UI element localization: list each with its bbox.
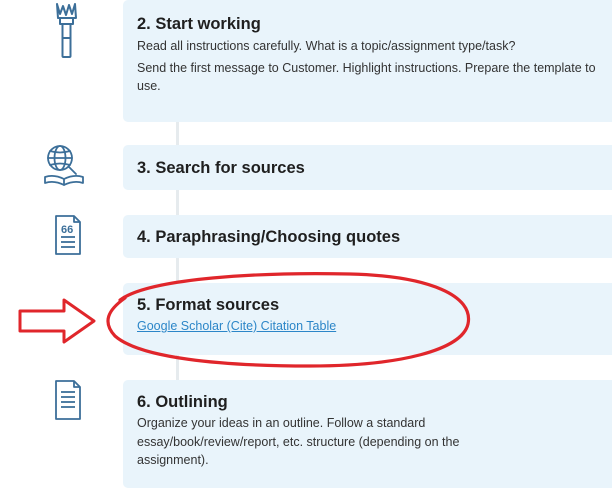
- svg-text:66: 66: [61, 224, 73, 236]
- step-title: 5. Format sources: [137, 296, 280, 314]
- outline-document-icon: [55, 380, 81, 420]
- globe-search-icon: [44, 145, 84, 186]
- quote-document-icon: 66: [55, 215, 81, 255]
- step-title: 2. Start working: [137, 15, 261, 33]
- citation-table-link[interactable]: Google Scholar (Cite) Citation Table: [137, 317, 336, 335]
- step-description: Read all instructions carefully. What is…: [137, 39, 516, 53]
- step-description: Organize your ideas in an outline. Follo…: [137, 416, 460, 467]
- step-format-sources: 5. Format sources Google Scholar (Cite) …: [123, 283, 612, 355]
- step-search-sources: 3. Search for sources: [123, 145, 612, 190]
- step-outlining: 6. Outlining Organize your ideas in an o…: [123, 380, 612, 488]
- step-title: 4. Paraphrasing/Choosing quotes: [137, 228, 401, 246]
- step-title: 3. Search for sources: [137, 159, 305, 177]
- red-arrow-icon: [18, 298, 96, 344]
- step-start-working: 2. Start working Read all instructions c…: [123, 0, 612, 122]
- step-description: Send the first message to Customer. High…: [137, 60, 596, 94]
- step-paraphrasing: 4. Paraphrasing/Choosing quotes: [123, 215, 612, 258]
- paintbrush-icon: [56, 3, 77, 58]
- step-title: 6. Outlining: [137, 393, 228, 411]
